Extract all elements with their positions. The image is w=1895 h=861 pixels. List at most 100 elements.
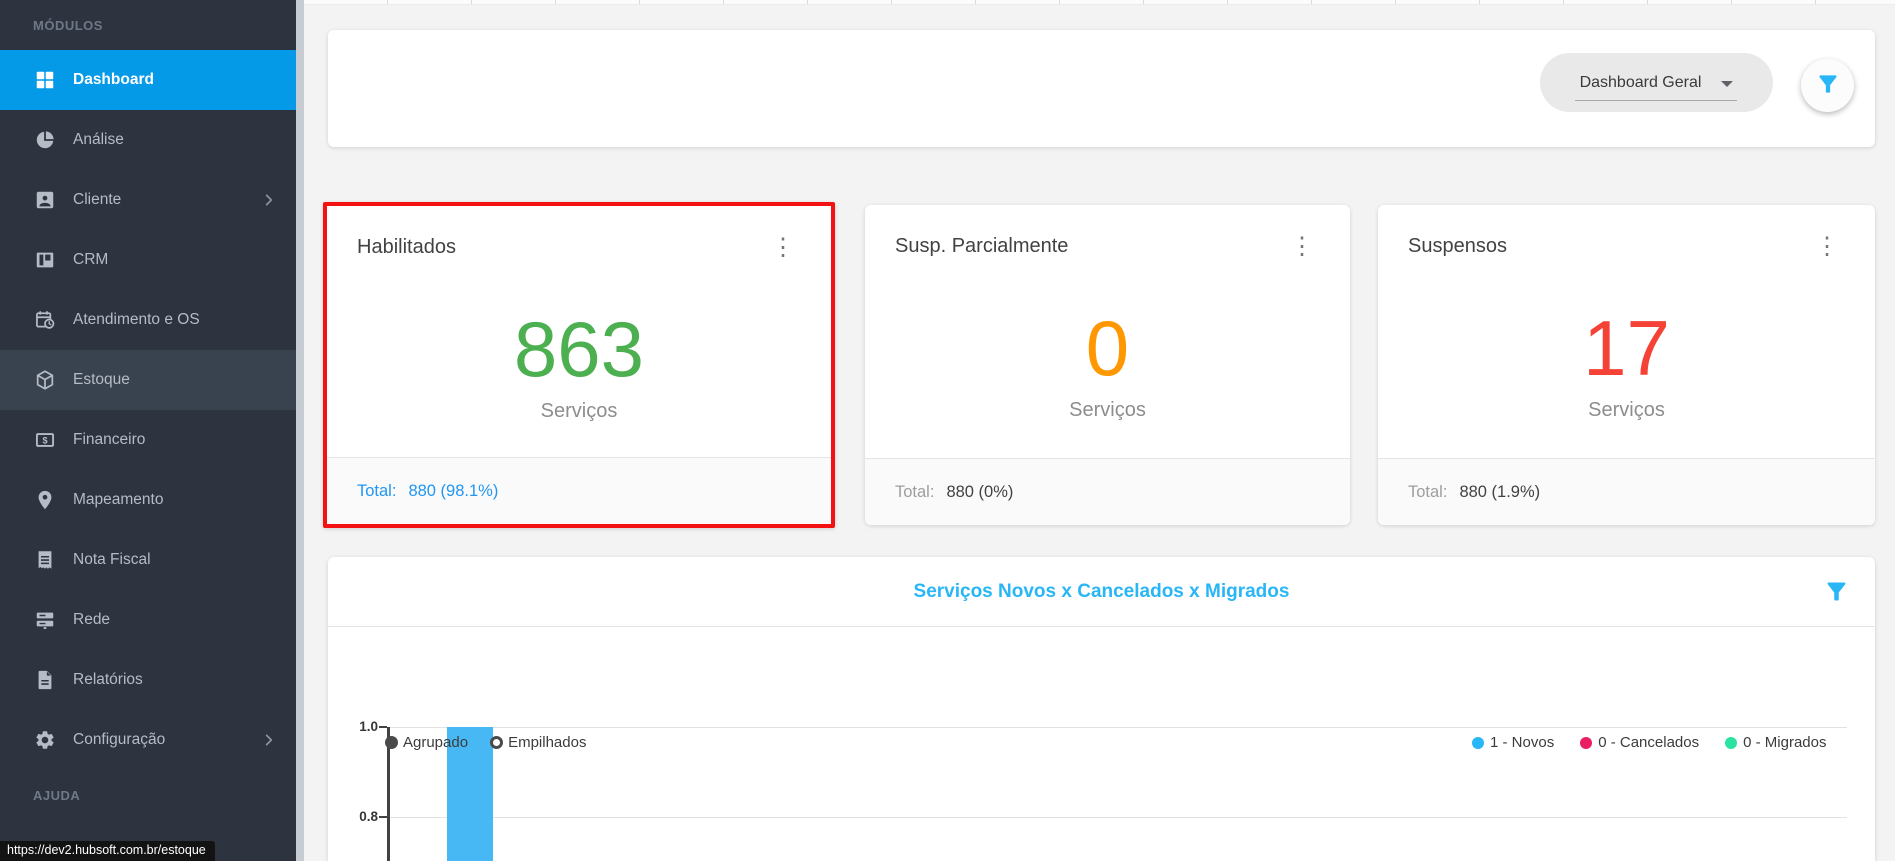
- card-title: Suspensos: [1408, 235, 1507, 257]
- server-icon: [34, 609, 56, 631]
- sidebar-item-label: Estoque: [73, 371, 130, 388]
- chart-legend: 1 - Novos 0 - Cancelados 0 - Migrados: [1472, 734, 1826, 751]
- radio-selected-icon: [385, 736, 398, 749]
- card-title: Habilitados: [357, 236, 456, 258]
- card-total-link[interactable]: Total: 880 (98.1%): [327, 457, 831, 524]
- header-card: Dashboard Geral: [328, 30, 1875, 147]
- legend-item-cancelados[interactable]: 0 - Cancelados: [1580, 734, 1699, 751]
- sidebar-item-label: Relatórios: [73, 671, 143, 688]
- total-value: 880 (0%): [946, 482, 1014, 501]
- radio-label: Empilhados: [508, 734, 587, 751]
- card-unit: Serviços: [1588, 399, 1665, 421]
- chevron-right-icon: [262, 733, 276, 747]
- sidebar-item-estoque[interactable]: Estoque: [0, 350, 296, 410]
- dashboard-select[interactable]: Dashboard Geral: [1540, 53, 1773, 112]
- gear-icon: [34, 729, 56, 751]
- y-tick-label: 0.8: [359, 809, 378, 824]
- package-icon: [34, 369, 56, 391]
- sidebar-item-nota-fiscal[interactable]: Nota Fiscal: [0, 530, 296, 590]
- top-edge-strip: [304, 0, 1895, 5]
- kanban-icon: [34, 249, 56, 271]
- sidebar-item-label: Rede: [73, 611, 111, 628]
- stat-card-susp-parcialmente: Susp. Parcialmente ⋮ 0 Serviços Total: 8…: [865, 205, 1350, 525]
- chart-title: Serviços Novos x Cancelados x Migrados: [913, 581, 1290, 602]
- app-root: MÓDULOS Dashboard Análise Cliente CRM At…: [0, 0, 1895, 861]
- legend-dot: [1580, 736, 1593, 749]
- sidebar-item-label: Configuração: [73, 731, 166, 748]
- sidebar-section-ajuda: AJUDA: [33, 788, 81, 803]
- sidebar-item-relatorios[interactable]: Relatórios: [0, 650, 296, 710]
- sidebar-item-label: Atendimento e OS: [73, 311, 200, 328]
- sidebar-item-configuracao[interactable]: Configuração: [0, 710, 296, 770]
- sidebar-item-label: Análise: [73, 131, 124, 148]
- card-value-block: 17 Serviços: [1378, 309, 1875, 422]
- card-value: 17: [1583, 304, 1670, 392]
- pie-chart-icon: [34, 129, 56, 151]
- grid-icon: [34, 69, 56, 91]
- card-value: 0: [1085, 304, 1130, 392]
- total-label: Total:: [895, 482, 935, 501]
- card-total: Total: 880 (1.9%): [1378, 458, 1875, 525]
- sidebar-item-mapeamento[interactable]: Mapeamento: [0, 470, 296, 530]
- radio-label: Agrupado: [403, 734, 469, 751]
- status-url-tooltip: https://dev2.hubsoft.com.br/estoque: [0, 841, 215, 861]
- total-value: 880 (98.1%): [408, 481, 499, 500]
- gridline-0-8: [390, 817, 1847, 818]
- y-tick: [379, 816, 387, 818]
- total-value: 880 (1.9%): [1459, 482, 1541, 501]
- receipt-icon: [34, 549, 56, 571]
- chart-header: Serviços Novos x Cancelados x Migrados: [328, 557, 1875, 627]
- card-unit: Serviços: [1069, 399, 1146, 421]
- card-unit: Serviços: [540, 400, 618, 422]
- sidebar-item-financeiro[interactable]: $ Financeiro: [0, 410, 296, 470]
- sidebar-item-label: Financeiro: [73, 431, 146, 448]
- total-label: Total:: [357, 481, 397, 500]
- sidebar-item-label: Cliente: [73, 191, 122, 208]
- radio-agrupado[interactable]: Agrupado: [385, 734, 468, 751]
- sidebar-item-cliente[interactable]: Cliente: [0, 170, 296, 230]
- sidebar-scrollbar[interactable]: [296, 0, 304, 861]
- sidebar-item-label: Mapeamento: [73, 491, 164, 508]
- legend-dot: [1472, 736, 1484, 749]
- chart-filter-button[interactable]: [1822, 578, 1850, 606]
- sidebar-item-label: Dashboard: [73, 71, 154, 88]
- stat-card-suspensos: Suspensos ⋮ 17 Serviços Total: 880 (1.9%…: [1378, 205, 1875, 525]
- sidebar-item-rede[interactable]: Rede: [0, 590, 296, 650]
- sidebar-item-dashboard[interactable]: Dashboard: [0, 50, 296, 110]
- y-tick: [379, 726, 387, 728]
- y-tick-label: 1.0: [359, 719, 378, 734]
- sidebar-item-analise[interactable]: Análise: [0, 110, 296, 170]
- card-title: Susp. Parcialmente: [895, 235, 1069, 257]
- sidebar-item-crm[interactable]: CRM: [0, 230, 296, 290]
- filter-button[interactable]: [1801, 59, 1854, 112]
- dashboard-select-value: Dashboard Geral: [1579, 73, 1702, 91]
- card-total: Total: 880 (0%): [865, 458, 1350, 525]
- filter-icon: [1815, 71, 1841, 100]
- chart-mode-controls: Agrupado Empilhados: [385, 734, 586, 751]
- gridline-1-0: [390, 727, 1847, 728]
- chevron-right-icon: [262, 193, 276, 207]
- radio-empilhados[interactable]: Empilhados: [490, 734, 586, 751]
- stat-card-habilitados: Habilitados ⋮ 863 Serviços Total: 880 (9…: [323, 202, 835, 528]
- card-value-block: 863 Serviços: [327, 310, 831, 423]
- sidebar-item-atendimento[interactable]: Atendimento e OS: [0, 290, 296, 350]
- sidebar-item-label: Nota Fiscal: [73, 551, 151, 568]
- card-value-block: 0 Serviços: [865, 309, 1350, 422]
- legend-dot: [1725, 736, 1738, 749]
- kebab-menu-button[interactable]: ⋮: [1807, 227, 1847, 267]
- total-label: Total:: [1408, 482, 1448, 501]
- kebab-menu-button[interactable]: ⋮: [763, 228, 803, 268]
- sidebar-section-modules: MÓDULOS: [33, 18, 103, 33]
- sidebar-item-label: CRM: [73, 251, 109, 268]
- card-value: 863: [513, 305, 645, 393]
- legend-label: 0 - Migrados: [1743, 734, 1827, 751]
- svg-text:$: $: [42, 435, 47, 445]
- kebab-menu-button[interactable]: ⋮: [1282, 227, 1322, 267]
- legend-item-migrados[interactable]: 0 - Migrados: [1725, 734, 1826, 751]
- legend-label: 1 - Novos: [1490, 734, 1555, 751]
- document-icon: [34, 669, 56, 691]
- legend-item-novos[interactable]: 1 - Novos: [1472, 734, 1554, 751]
- filter-icon: [1823, 582, 1850, 608]
- sidebar: MÓDULOS Dashboard Análise Cliente CRM At…: [0, 0, 296, 861]
- person-card-icon: [34, 189, 56, 211]
